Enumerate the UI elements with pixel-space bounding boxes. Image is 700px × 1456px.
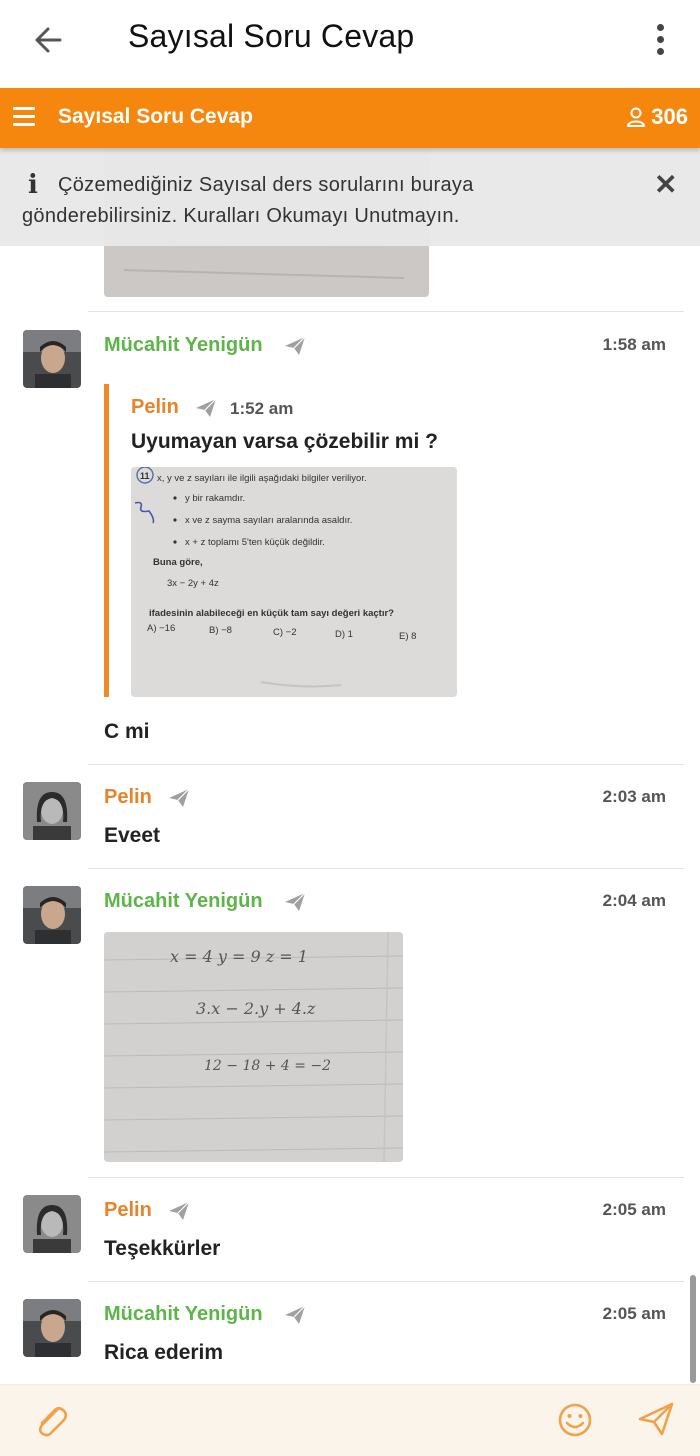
- send-icon[interactable]: [636, 1399, 676, 1439]
- send-icon: [285, 336, 306, 355]
- solution-image[interactable]: x = 4 y = 9 z = 1 3.x − 2.y + 4.z 12 − 1…: [104, 932, 403, 1162]
- back-arrow-icon[interactable]: [30, 20, 70, 60]
- message-time: 2:05 am: [602, 1304, 666, 1323]
- send-icon: [285, 892, 306, 911]
- solution-line: 3.x − 2.y + 4.z: [196, 999, 316, 1018]
- question-buna: Buna göre,: [153, 557, 203, 568]
- scrollbar[interactable]: [690, 1275, 696, 1383]
- send-icon: [169, 1201, 190, 1220]
- close-icon[interactable]: ✕: [654, 168, 677, 201]
- question-text: ifadesinin alabileceği en küçük tam sayı…: [149, 608, 394, 619]
- question-image[interactable]: 11 x, y ve z sayıları ile ilgili aşağıda…: [131, 467, 457, 697]
- solution-line: x = 4 y = 9 z = 1: [170, 947, 308, 966]
- sender-name[interactable]: Mücahit Yenigün: [104, 890, 263, 913]
- composer-bar: [0, 1384, 700, 1456]
- avatar[interactable]: [23, 886, 81, 944]
- divider: [88, 1177, 684, 1178]
- question-expression: 3x − 2y + 4z: [167, 578, 219, 589]
- question-intro: x, y ve z sayıları ile ilgili aşağıdaki …: [157, 473, 367, 484]
- divider: [88, 764, 684, 765]
- person-icon: [627, 107, 646, 127]
- choice: C) −2: [273, 627, 297, 638]
- question-bullet: x + z toplamı 5'ten küçük değildir.: [185, 537, 325, 548]
- more-vert-icon[interactable]: [648, 20, 672, 60]
- sender-name[interactable]: Mücahit Yenigün: [104, 334, 263, 357]
- message-time: 2:04 am: [602, 891, 666, 910]
- divider: [88, 868, 684, 869]
- message-time: 1:58 am: [602, 335, 666, 354]
- notice-text: Çözemediğiniz Sayısal ders sorularını bu…: [22, 174, 474, 227]
- choice: D) 1: [335, 629, 353, 640]
- avatar[interactable]: [23, 330, 81, 388]
- send-icon: [169, 788, 190, 807]
- quoted-text: Uyumayan varsa çözebilir mi ?: [131, 430, 438, 453]
- avatar[interactable]: [23, 1195, 81, 1253]
- message-text: Eveet: [104, 824, 161, 847]
- message-time: 2:05 am: [602, 1200, 666, 1219]
- message-time: 2:03 am: [602, 787, 666, 806]
- avatar[interactable]: [23, 1299, 81, 1357]
- message-text: Rica ederim: [104, 1341, 224, 1364]
- reply-quote[interactable]: Pelin 1:52 am Uyumayan varsa çözebilir m…: [104, 384, 469, 697]
- pinned-notice: i Çözemediğiniz Sayısal ders sorularını …: [0, 148, 700, 246]
- solution-line: 12 − 18 + 4 = −2: [204, 1058, 331, 1074]
- question-bullet: y bir rakamdır.: [185, 493, 245, 504]
- member-count-button[interactable]: 306: [625, 104, 688, 130]
- divider: [88, 311, 684, 312]
- sender-name[interactable]: Mücahit Yenigün: [104, 1303, 263, 1326]
- avatar[interactable]: [23, 782, 81, 840]
- quoted-sender: Pelin: [131, 396, 179, 418]
- question-bullet: x ve z sayma sayıları aralarında asaldır…: [185, 515, 352, 526]
- sender-name[interactable]: Pelin: [104, 1199, 152, 1222]
- choice: B) −8: [209, 625, 232, 636]
- divider: [88, 1281, 684, 1282]
- member-count: 306: [651, 104, 688, 129]
- send-icon: [285, 1305, 306, 1324]
- message-text: Teşekkürler: [104, 1237, 221, 1260]
- menu-icon[interactable]: [13, 107, 35, 127]
- page-title: Sayısal Soru Cevap: [128, 18, 415, 54]
- channel-bar: Sayısal Soru Cevap 306: [0, 88, 700, 148]
- send-icon: [196, 398, 217, 417]
- app-bar: Sayısal Soru Cevap: [0, 0, 700, 86]
- attach-icon[interactable]: [32, 1401, 70, 1439]
- quoted-time: 1:52 am: [230, 399, 294, 418]
- message-text: C mi: [104, 720, 150, 743]
- emoji-icon[interactable]: [556, 1401, 594, 1439]
- sender-name[interactable]: Pelin: [104, 786, 152, 809]
- choice: A) −16: [147, 623, 175, 634]
- choice: E) 8: [399, 631, 416, 642]
- channel-name[interactable]: Sayısal Soru Cevap: [58, 105, 253, 129]
- question-number: 11: [140, 471, 150, 481]
